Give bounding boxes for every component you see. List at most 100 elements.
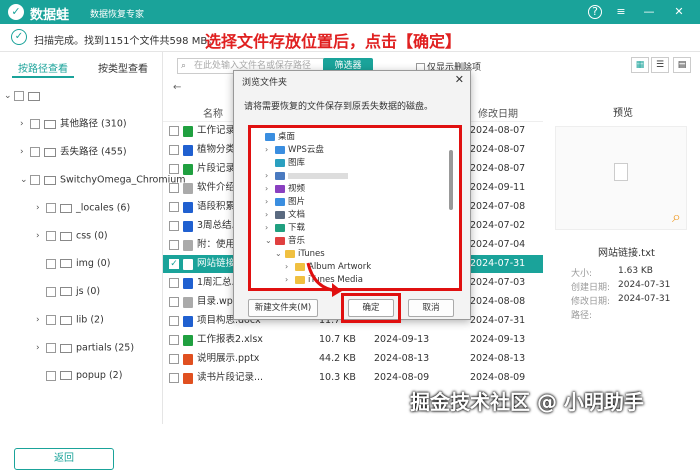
folder-tree-item[interactable]: ⌄ iTunes — [275, 247, 325, 261]
checkbox[interactable] — [169, 126, 179, 136]
col-date[interactable]: 修改日期 — [478, 105, 518, 120]
folder-tree-item[interactable]: › 文档 — [265, 208, 305, 222]
checkbox[interactable] — [46, 343, 56, 353]
folder-label: 视频 — [288, 184, 306, 194]
checkbox[interactable] — [169, 221, 179, 231]
file-date: 2024-09-11 — [470, 182, 526, 193]
cancel-button[interactable]: 取消 — [408, 299, 454, 317]
browse-folder-dialog: 浏览文件夹 ✕ 请将需要恢复的文件保存到原丢失数据的磁盘。 桌面 › WPS云盘 图库… — [233, 70, 471, 323]
chevron-right-icon[interactable]: › — [265, 221, 275, 235]
checkbox[interactable] — [46, 231, 56, 241]
detail-view-icon[interactable]: ▤ — [673, 57, 691, 73]
file-row[interactable]: 读书片段记录... 10.3 KB 2024-08-09 2024-08-09 — [163, 369, 543, 387]
chevron-down-icon[interactable]: ⌄ — [20, 172, 30, 188]
chevron-right-icon[interactable]: › — [285, 273, 295, 287]
checkbox[interactable] — [46, 286, 56, 297]
folder-tree-item[interactable]: 图库 — [265, 156, 305, 170]
chevron-down-icon[interactable]: ⌄ — [275, 247, 285, 261]
chevron-right-icon[interactable]: › — [36, 228, 46, 244]
chevron-right-icon[interactable]: › — [20, 144, 30, 160]
new-folder-button[interactable]: 新建文件夹(M) — [248, 299, 318, 317]
zoom-icon[interactable]: ⌕ — [672, 207, 681, 227]
minimize-icon[interactable]: — — [642, 5, 656, 19]
checkbox[interactable] — [169, 164, 179, 174]
tab-by-path[interactable]: 按路径查看 — [18, 60, 68, 75]
checkbox[interactable] — [169, 316, 179, 326]
folder-tree-item[interactable]: ⌄ 音乐 — [265, 234, 305, 248]
col-name[interactable]: 名称 — [203, 105, 223, 120]
folder-tree-item[interactable]: › 视频 — [265, 182, 305, 196]
scrollbar[interactable] — [449, 150, 453, 210]
tree-root[interactable]: ⌄ — [4, 88, 44, 104]
folder-tree-item[interactable]: › — [265, 169, 348, 183]
file-date: 2024-08-09 — [470, 372, 526, 383]
tree-item[interactable]: › _locales (6) — [36, 200, 130, 216]
ok-button[interactable]: 确定 — [348, 299, 394, 317]
tab-by-type[interactable]: 按类型查看 — [98, 60, 148, 75]
chevron-down-icon[interactable]: ⌄ — [265, 234, 275, 248]
checkbox[interactable] — [169, 240, 179, 250]
tree-item[interactable]: › partials (25) — [36, 340, 134, 356]
folder-tree-item[interactable]: › 图片 — [265, 195, 305, 209]
back-arrow-icon[interactable]: ← — [173, 82, 181, 93]
tree-item[interactable]: js (0) — [36, 284, 100, 300]
tree-item-label: partials (25) — [76, 342, 135, 354]
chevron-right-icon[interactable]: › — [265, 195, 275, 209]
checkbox[interactable] — [169, 183, 179, 193]
checkbox[interactable] — [30, 147, 40, 157]
chevron-right-icon[interactable]: › — [265, 208, 275, 222]
checkbox[interactable] — [46, 315, 56, 325]
tree-item[interactable]: › 其他路径 (310) — [20, 116, 127, 132]
chevron-right-icon[interactable]: › — [20, 116, 30, 132]
folder-icon — [265, 132, 275, 141]
checkbox[interactable] — [169, 297, 179, 307]
checkbox[interactable] — [46, 203, 56, 213]
checkbox[interactable] — [30, 175, 40, 185]
tree-item[interactable]: › 丢失路径 (455) — [20, 144, 127, 160]
tree-item[interactable]: popup (2) — [36, 368, 122, 384]
status-bar: ✓ 扫描完成。找到1151个文件共598 MB。 选择文件存放位置后，点击【确定… — [0, 24, 700, 52]
tree-item[interactable]: img (0) — [36, 256, 110, 272]
file-type-icon — [183, 221, 193, 232]
tree-item[interactable]: › lib (2) — [36, 312, 104, 328]
chevron-right-icon[interactable]: › — [265, 169, 275, 183]
checkbox[interactable] — [169, 145, 179, 155]
chevron-right-icon[interactable]: › — [36, 340, 46, 356]
checkbox[interactable] — [46, 258, 56, 269]
back-button[interactable]: 返回 — [14, 448, 114, 470]
tree-item[interactable]: ⌄ SwitchyOmega_Chromium — [20, 172, 186, 188]
checkbox[interactable] — [169, 335, 179, 345]
chevron-right-icon[interactable]: › — [36, 200, 46, 216]
chevron-down-icon: ⌄ — [4, 91, 12, 101]
chevron-right-icon[interactable]: › — [285, 260, 295, 274]
file-date: 2024-07-31 — [470, 315, 526, 326]
chevron-right-icon[interactable]: › — [265, 182, 275, 196]
tree-item[interactable]: › css (0) — [36, 228, 108, 244]
checkbox[interactable] — [14, 91, 24, 101]
folder-tree-item[interactable]: › WPS云盘 — [265, 143, 324, 157]
tree-item-label: lib (2) — [76, 314, 104, 326]
grid-view-icon[interactable]: ▦ — [631, 57, 649, 73]
checkbox[interactable] — [30, 119, 40, 129]
file-created: 2024-08-13 — [374, 353, 430, 364]
folder-tree[interactable]: 桌面 › WPS云盘 图库 › › 视频 › 图片 › 文档 › 下载 ⌄ 音乐 ⌄ iTunes › Album … — [248, 125, 462, 291]
file-row[interactable]: 说明展示.pptx 44.2 KB 2024-08-13 2024-08-13 — [163, 350, 543, 368]
close-icon[interactable]: ✕ — [455, 73, 464, 86]
checkbox[interactable] — [169, 278, 179, 288]
drive-icon — [28, 91, 40, 101]
help-icon[interactable]: ? — [588, 5, 602, 19]
folder-icon — [60, 315, 72, 325]
close-icon[interactable]: ✕ — [672, 5, 686, 19]
checkbox[interactable] — [169, 373, 179, 383]
checkbox[interactable] — [169, 202, 179, 212]
menu-icon[interactable]: ≡ — [614, 5, 628, 19]
checkbox[interactable]: ✓ — [169, 259, 179, 269]
folder-tree-item[interactable]: › 下载 — [265, 221, 305, 235]
file-row[interactable]: 工作报表2.xlsx 10.7 KB 2024-09-13 2024-09-13 — [163, 331, 543, 349]
chevron-right-icon[interactable]: › — [36, 312, 46, 328]
list-view-icon[interactable]: ☰ — [651, 57, 669, 73]
chevron-right-icon[interactable]: › — [265, 143, 275, 157]
checkbox[interactable] — [169, 354, 179, 364]
folder-tree-item[interactable]: 桌面 — [255, 130, 295, 144]
checkbox[interactable] — [46, 370, 56, 381]
